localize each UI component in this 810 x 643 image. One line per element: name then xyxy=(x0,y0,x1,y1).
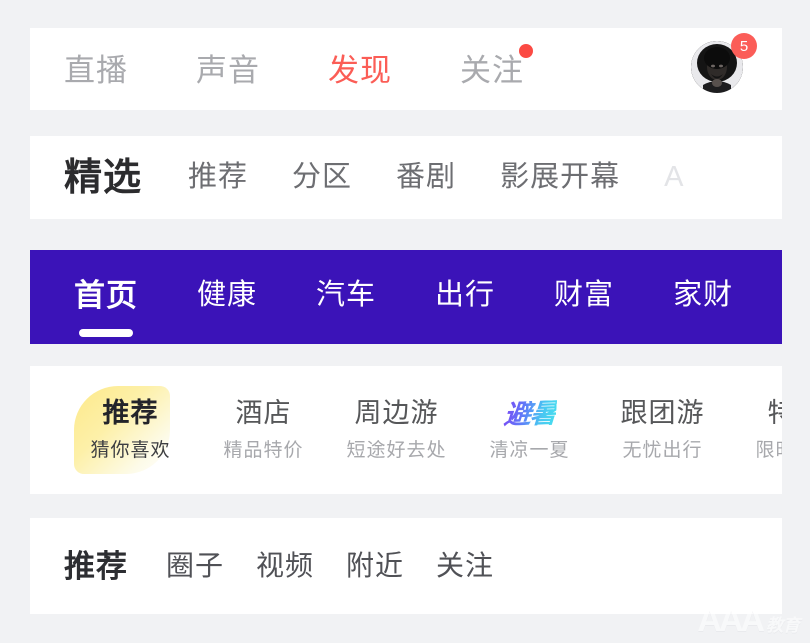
featured-tab-zone-label: 分区 xyxy=(292,161,353,193)
travel-category-recommend-subtitle: 猜你喜欢 xyxy=(90,440,171,461)
notification-dot-icon xyxy=(519,43,533,58)
travel-category-bar-inner: 推荐 猜你喜欢 酒店 精品特价 周边游 短途好去处 避暑 清凉一夏 跟团游 无忧… xyxy=(30,366,782,494)
channel-tab-home-label: 首页 xyxy=(74,277,138,313)
channel-active-underline xyxy=(79,328,133,337)
travel-category-recommend-title: 推荐 xyxy=(102,398,159,428)
travel-category-group-tour-title: 跟团游 xyxy=(620,398,705,428)
channel-tab-auto[interactable]: 汽车 xyxy=(316,278,377,314)
top-tab-discover[interactable]: 发现 xyxy=(328,53,392,86)
bottom-tab-recommend[interactable]: 推荐 xyxy=(64,536,134,584)
featured-tab-bar-inner: 精选 推荐 分区 番剧 影展开幕 A xyxy=(30,136,782,219)
channel-tab-family-finance-label: 家财 xyxy=(673,278,734,311)
bottom-tab-nearby-label: 附近 xyxy=(346,550,405,581)
travel-category-hotel-subtitle: 精品特价 xyxy=(223,440,304,461)
featured-tab-recommend[interactable]: 推荐 xyxy=(188,163,248,192)
top-tab-follow[interactable]: 关注 xyxy=(460,43,533,88)
channel-tab-health[interactable]: 健康 xyxy=(197,278,258,314)
featured-tab-recommend-label: 推荐 xyxy=(188,161,249,193)
summer-escape-logo-text: 避暑 xyxy=(502,398,557,430)
channel-tab-health-label: 健康 xyxy=(197,278,258,311)
top-tab-bar-inner: 直播 声音 发现 关注 5 xyxy=(30,28,782,110)
travel-category-recommend[interactable]: 推荐 猜你喜欢 xyxy=(64,384,197,476)
travel-category-group-tour-subtitle: 无忧出行 xyxy=(622,440,703,461)
featured-tab-overflow-label: A xyxy=(664,161,685,193)
travel-category-deals[interactable]: 特价 限时优惠 xyxy=(729,384,782,476)
top-tab-sound-label: 声音 xyxy=(196,52,260,88)
bottom-tab-video-label: 视频 xyxy=(256,550,315,581)
channel-tab-travel-label: 出行 xyxy=(435,278,496,311)
featured-tab-bar: 精选 推荐 分区 番剧 影展开幕 A xyxy=(30,136,782,219)
channel-tab-home[interactable]: 首页 xyxy=(74,277,138,337)
featured-tab-anime[interactable]: 番剧 xyxy=(396,163,456,192)
top-tab-follow-label: 关注 xyxy=(460,52,524,88)
travel-category-summer-escape[interactable]: 避暑 清凉一夏 xyxy=(463,384,596,476)
travel-category-group-tour[interactable]: 跟团游 无忧出行 xyxy=(596,384,729,476)
featured-tab-film-festival[interactable]: 影展开幕 xyxy=(500,163,620,192)
featured-tab-zone[interactable]: 分区 xyxy=(292,163,352,192)
bottom-tab-video[interactable]: 视频 xyxy=(256,552,314,580)
bottom-tab-circle[interactable]: 圈子 xyxy=(166,552,224,580)
bottom-tab-recommend-label: 推荐 xyxy=(64,548,128,584)
purple-channel-bar-inner: 首页 健康 汽车 出行 财富 家财 xyxy=(30,250,782,344)
screen-root: 直播 声音 发现 关注 5 精选 推荐 分区 番剧 影展开幕 A 首页 健康 汽… xyxy=(0,0,810,643)
top-tab-live[interactable]: 直播 xyxy=(64,53,128,86)
channel-tab-travel[interactable]: 出行 xyxy=(435,278,496,314)
travel-category-nearby-title: 周边游 xyxy=(354,398,439,428)
bottom-tab-circle-label: 圈子 xyxy=(166,550,225,581)
featured-tab-selected[interactable]: 精选 xyxy=(60,156,149,201)
featured-tab-overflow[interactable]: A xyxy=(664,163,684,192)
featured-tab-film-festival-label: 影展开幕 xyxy=(500,161,621,193)
travel-category-hotel-title: 酒店 xyxy=(235,398,292,428)
avatar-badge-count: 5 xyxy=(731,33,757,59)
travel-category-nearby-subtitle: 短途好去处 xyxy=(346,440,447,461)
travel-category-bar: 推荐 猜你喜欢 酒店 精品特价 周边游 短途好去处 避暑 清凉一夏 跟团游 无忧… xyxy=(30,366,782,494)
travel-category-hotel[interactable]: 酒店 精品特价 xyxy=(197,384,330,476)
channel-tab-wealth[interactable]: 财富 xyxy=(554,278,615,314)
bottom-tab-follow-label: 关注 xyxy=(436,550,495,581)
bottom-tab-nearby[interactable]: 附近 xyxy=(346,552,404,580)
bottom-tab-follow[interactable]: 关注 xyxy=(436,552,494,580)
travel-category-summer-escape-subtitle: 清凉一夏 xyxy=(489,439,570,461)
featured-tab-anime-label: 番剧 xyxy=(396,161,457,193)
bottom-tab-bar-inner: 推荐 圈子 视频 附近 关注 xyxy=(30,518,782,614)
top-tab-live-label: 直播 xyxy=(64,52,128,88)
bottom-tab-bar: 推荐 圈子 视频 附近 关注 xyxy=(30,518,782,614)
watermark-secondary: 教育 xyxy=(766,616,800,635)
channel-tab-family-finance[interactable]: 家财 xyxy=(673,278,734,314)
top-tab-discover-label: 发现 xyxy=(328,52,392,88)
channel-tab-auto-label: 汽车 xyxy=(316,278,377,311)
travel-category-nearby[interactable]: 周边游 短途好去处 xyxy=(330,384,463,476)
summer-escape-logo-icon: 避暑 xyxy=(502,398,557,430)
travel-category-deals-title: 特价 xyxy=(768,400,783,427)
travel-category-deals-subtitle: 限时优惠 xyxy=(755,440,782,461)
channel-tab-wealth-label: 财富 xyxy=(554,278,615,311)
featured-tab-selected-label: 精选 xyxy=(64,156,143,199)
purple-channel-bar: 首页 健康 汽车 出行 财富 家财 xyxy=(30,250,782,344)
avatar[interactable]: 5 xyxy=(691,33,757,101)
top-tab-bar: 直播 声音 发现 关注 5 xyxy=(30,28,782,110)
top-tab-sound[interactable]: 声音 xyxy=(196,53,260,86)
